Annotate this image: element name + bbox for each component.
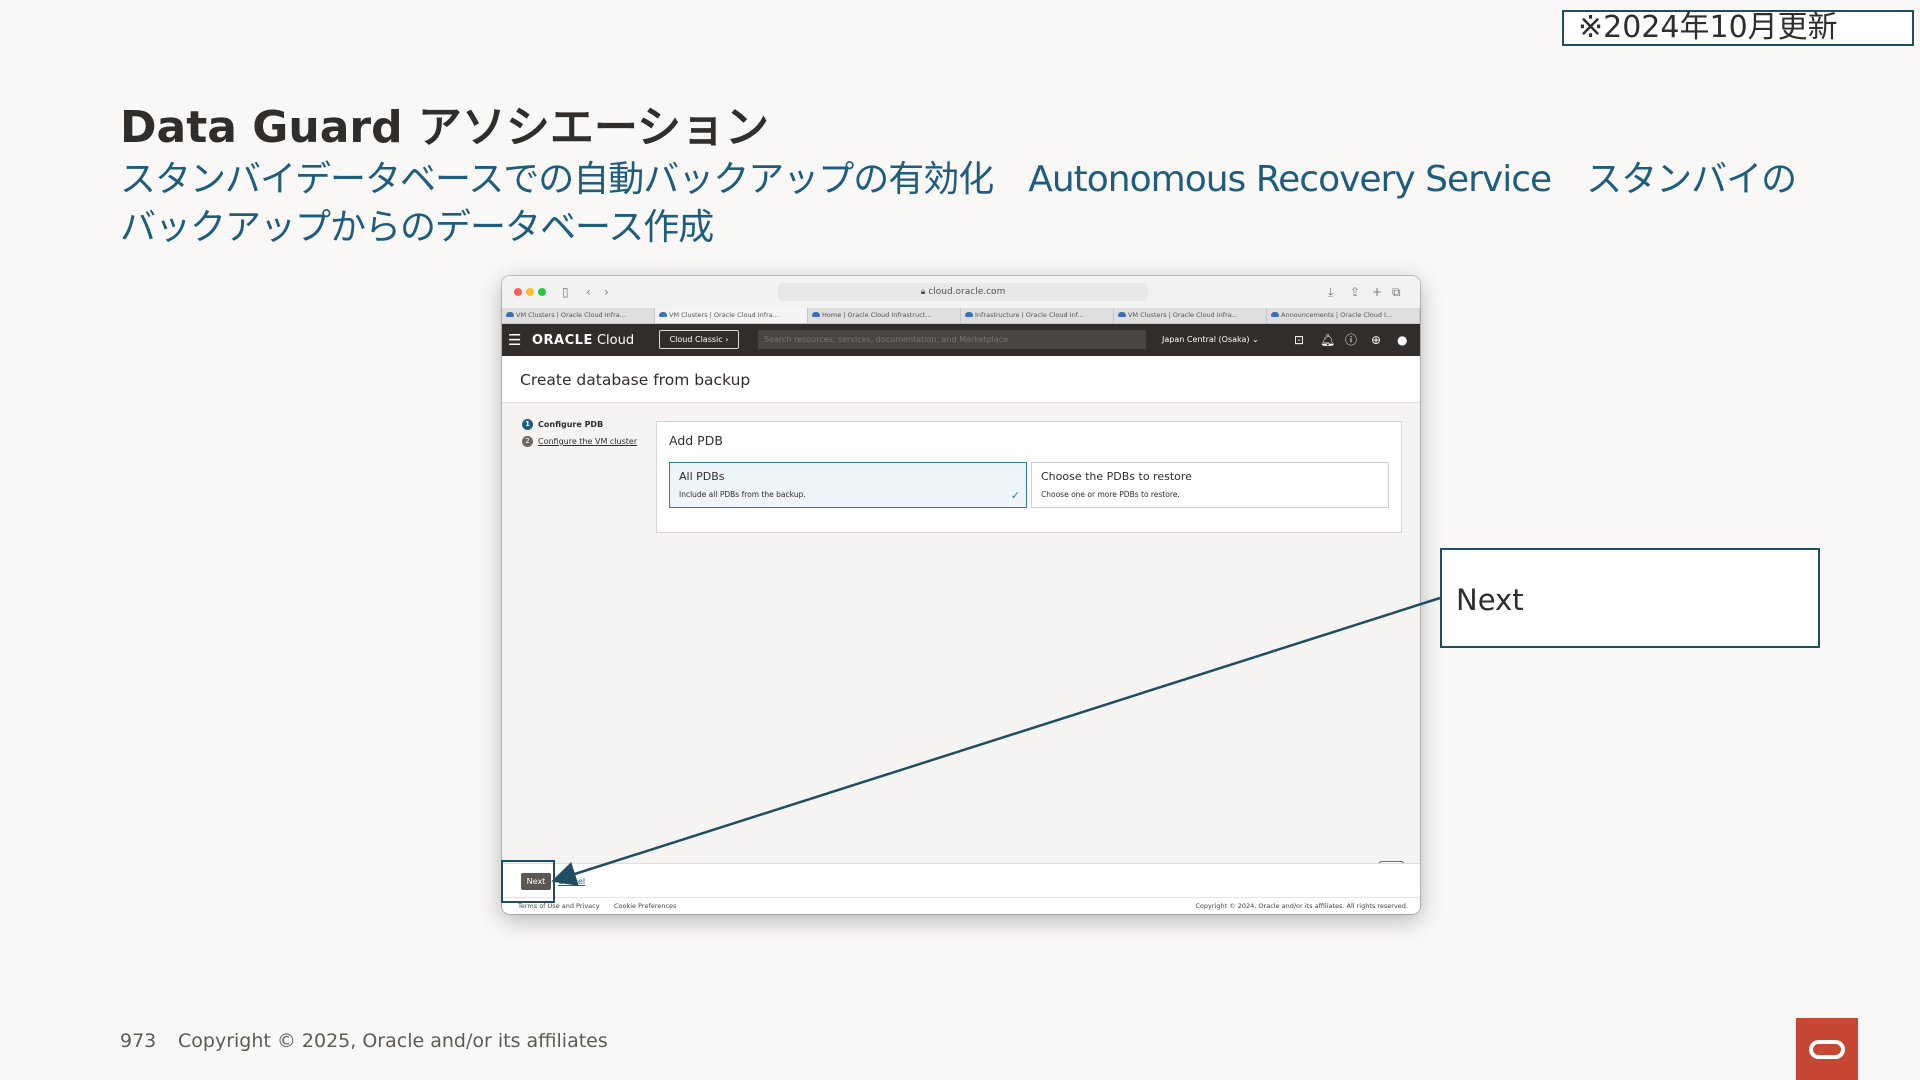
browser-tab[interactable]: VM Clusters | Oracle Cloud Infra... <box>502 308 655 323</box>
console-copyright: Copyright © 2024, Oracle and/or its affi… <box>1195 902 1408 910</box>
oci-console-header: ☰ ORACLE Cloud Cloud Classic › Japan Cen… <box>502 324 1420 356</box>
cloud-classic-button[interactable]: Cloud Classic › <box>659 330 739 349</box>
browser-tab[interactable]: Home | Oracle Cloud Infrastruct... <box>808 308 961 323</box>
page-number: 973 <box>120 1030 157 1052</box>
choose-pdbs-option[interactable]: Choose the PDBs to restore Choose one or… <box>1031 462 1389 508</box>
share-icon[interactable]: ⇪ <box>1350 284 1360 300</box>
oracle-cloud-favicon-icon <box>1271 312 1279 317</box>
forward-icon[interactable]: › <box>604 284 609 300</box>
console-search-input[interactable] <box>758 330 1146 349</box>
wizard-action-bar: Next Cancel <box>502 863 1420 898</box>
slide-subtitle: スタンバイデータベースでの自動バックアップの有効化 Autonomous Rec… <box>120 159 1797 248</box>
oracle-cloud-favicon-icon <box>659 312 667 317</box>
language-globe-icon[interactable]: ⊕ <box>1371 332 1381 348</box>
slide-title: Data Guard アソシエーション <box>120 102 770 153</box>
close-window-icon[interactable] <box>514 288 522 296</box>
browser-tab-strip: VM Clusters | Oracle Cloud Infra... VM C… <box>502 308 1420 324</box>
wizard-step-configure-pdb[interactable]: 1 Configure PDB <box>522 419 603 431</box>
cancel-link[interactable]: Cancel <box>558 876 585 888</box>
wizard-step-configure-vm-cluster[interactable]: 2 Configure the VM cluster <box>522 436 637 448</box>
sidebar-toggle-icon[interactable]: ▯ <box>562 284 569 300</box>
user-profile-icon[interactable]: ● <box>1397 332 1407 348</box>
hamburger-menu-icon[interactable]: ☰ <box>508 330 521 350</box>
cookie-preferences-link[interactable]: Cookie Preferences <box>614 899 676 914</box>
oracle-cloud-favicon-icon <box>965 312 973 317</box>
url-text: cloud.oracle.com <box>928 287 1006 297</box>
browser-tab-active[interactable]: VM Clusters | Oracle Cloud Infra... <box>655 308 808 323</box>
console-legal-footer: Terms of Use and Privacy Cookie Preferen… <box>502 897 1420 914</box>
footer-copyright: Copyright © 2025, Oracle and/or its affi… <box>178 1030 608 1052</box>
help-icon[interactable]: ⓘ <box>1345 332 1357 348</box>
code-editor-icon[interactable]: ⊡ <box>1294 332 1304 348</box>
oracle-cloud-favicon-icon <box>812 312 820 317</box>
add-pdb-title: Add PDB <box>669 433 723 448</box>
oracle-logo-icon <box>1796 1018 1858 1080</box>
oracle-cloud-favicon-icon <box>1118 312 1126 317</box>
url-bar[interactable]: 🔒︎ cloud.oracle.com <box>778 283 1148 301</box>
oracle-cloud-logo[interactable]: ORACLE Cloud <box>532 333 634 349</box>
browser-tab[interactable]: VM Clusters | Oracle Cloud Infra... <box>1114 308 1267 323</box>
browser-tab[interactable]: Infrastructure | Oracle Cloud Inf... <box>961 308 1114 323</box>
next-button-highlight <box>501 860 555 903</box>
back-icon[interactable]: ‹ <box>586 284 591 300</box>
new-tab-icon[interactable]: + <box>1372 284 1382 300</box>
add-pdb-panel: Add PDB All PDBs Include all PDBs from t… <box>656 421 1402 533</box>
download-icon[interactable]: ⤓ <box>1328 284 1333 300</box>
zoom-window-icon[interactable] <box>538 288 546 296</box>
oracle-cloud-favicon-icon <box>506 312 514 317</box>
browser-window: ▯ ‹ › 🔒︎ cloud.oracle.com ⤓ ⇪ + ⧉ VM Clu… <box>502 276 1420 914</box>
all-pdbs-option[interactable]: All PDBs Include all PDBs from the backu… <box>669 462 1027 508</box>
page-title: Create database from backup <box>520 371 751 389</box>
region-selector[interactable]: Japan Central (Osaka) ⌄ <box>1162 333 1259 347</box>
safari-toolbar: ▯ ‹ › 🔒︎ cloud.oracle.com ⤓ ⇪ + ⧉ <box>502 276 1420 308</box>
lock-icon: 🔒︎ <box>920 287 926 297</box>
callout-text: Next <box>1456 583 1524 617</box>
notifications-bell-icon[interactable]: 🔔︎ <box>1320 332 1335 348</box>
wizard-content: 1 Configure PDB 2 Configure the VM cluster… <box>502 403 1420 901</box>
browser-tab[interactable]: Announcements | Oracle Cloud I... <box>1267 308 1420 323</box>
update-date-badge: ※2024年10月更新 <box>1562 10 1914 46</box>
callout-box: Next <box>1440 548 1820 648</box>
minimize-window-icon[interactable] <box>526 288 534 296</box>
page-header: Create database from backup <box>502 356 1420 403</box>
checkmark-icon: ✓ <box>1010 489 1020 502</box>
tab-overview-icon[interactable]: ⧉ <box>1392 284 1401 300</box>
